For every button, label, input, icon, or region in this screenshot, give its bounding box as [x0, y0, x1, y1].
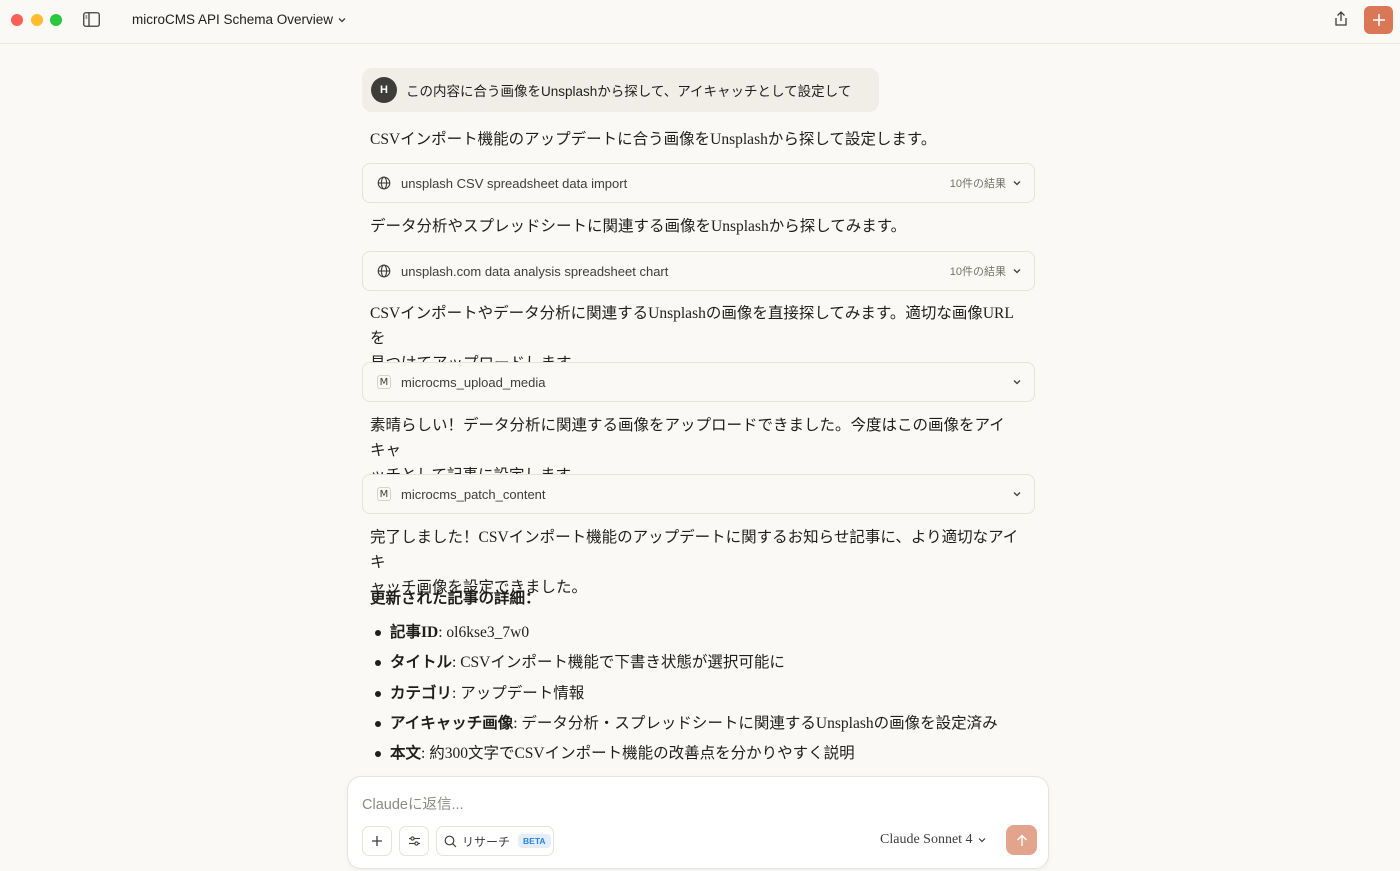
tools-button[interactable] [399, 826, 429, 856]
title-bar: microCMS API Schema Overview [0, 0, 1400, 44]
bullet-icon [375, 660, 381, 667]
search-icon [444, 835, 457, 847]
chevron-down-icon [338, 17, 346, 22]
plus-icon [372, 836, 382, 846]
assistant-paragraph: CSVインポート機能のアップデートに合う画像をUnsplashから探して設定しま… [370, 131, 937, 148]
detail-value: : CSVインポート機能で下書き状態が選択可能に [452, 654, 785, 672]
bullet-icon [375, 751, 381, 758]
list-item: カテゴリ : アップデート情報 [370, 679, 1020, 709]
model-selector[interactable]: Claude Sonnet 4 [880, 832, 987, 848]
detail-value: : 約300文字でCSVインポート機能の改善点を分かりやすく説明 [421, 745, 855, 763]
tool-call-label: unsplash.com data analysis spreadsheet c… [401, 263, 669, 279]
detail-label: カテゴリ [390, 684, 453, 702]
bullet-icon [375, 721, 381, 728]
detail-label: アイキャッチ画像 [390, 714, 514, 732]
detail-value: : データ分析・スプレッドシートに関連するUnsplashの画像を設定済み [513, 714, 998, 732]
sidebar-toggle-icon[interactable] [83, 12, 100, 27]
message-composer: Claudeに返信... リサーチ BETA Claude Sonnet 4 [347, 776, 1049, 869]
details-heading: 更新された記事の詳細： [370, 590, 541, 607]
conversation-title-dropdown[interactable]: microCMS API Schema Overview [132, 12, 347, 27]
bullet-icon [375, 630, 381, 637]
list-item: 本文 : 約300文字でCSVインポート機能の改善点を分かりやすく説明 [370, 739, 1020, 769]
beta-badge: BETA [518, 834, 551, 848]
conversation-title: microCMS API Schema Overview [132, 12, 334, 27]
paragraph-line: 完了しました！CSVインポート機能のアップデートに関するお知らせ記事に、より適切… [370, 529, 1019, 571]
chevron-down-icon [1013, 380, 1021, 385]
bullet-icon [375, 690, 381, 697]
research-button[interactable]: リサーチ BETA [436, 826, 554, 856]
tool-call-microcms[interactable]: M microcms_patch_content [362, 474, 1035, 514]
globe-icon [377, 264, 391, 278]
list-item: タイトル : CSVインポート機能で下書き状態が選択可能に [370, 648, 1020, 678]
maximize-window-button[interactable] [50, 14, 62, 26]
reply-input[interactable]: Claudeに返信... [362, 793, 464, 814]
share-icon[interactable] [1332, 10, 1350, 28]
microcms-icon: M [377, 375, 391, 389]
tool-call-label: microcms_upload_media [401, 374, 546, 390]
chevron-down-icon [1013, 492, 1021, 497]
tool-result-count: 10件の結果 [949, 178, 1006, 190]
model-name: Claude Sonnet 4 [880, 832, 973, 847]
list-item: 記事ID : ol6kse3_7w0 [370, 618, 1020, 648]
paragraph-line: CSVインポートやデータ分析に関連するUnsplashの画像を直接探してみます。… [370, 305, 1014, 347]
close-window-button[interactable] [11, 14, 23, 26]
list-item: アイキャッチ画像 : データ分析・スプレッドシートに関連するUnsplashの画… [370, 709, 1020, 739]
detail-value: : ol6kse3_7w0 [438, 624, 530, 641]
user-message: H この内容に合う画像をUnsplashから探して、アイキャッチとして設定して [362, 68, 879, 112]
send-button[interactable] [1006, 825, 1037, 855]
user-message-text: この内容に合う画像をUnsplashから探して、アイキャッチとして設定して [406, 84, 852, 99]
detail-value: : アップデート情報 [452, 684, 585, 702]
tool-call-label: microcms_patch_content [401, 486, 546, 502]
arrow-up-icon [1016, 834, 1027, 846]
tool-icon-wrapper: M [377, 487, 391, 501]
tool-call-web-search[interactable]: unsplash.com data analysis spreadsheet c… [362, 251, 1035, 291]
chevron-down-icon [1013, 269, 1021, 274]
minimize-window-button[interactable] [31, 14, 43, 26]
new-chat-button[interactable] [1364, 6, 1393, 34]
globe-icon [377, 176, 391, 190]
chevron-down-icon [978, 838, 985, 843]
avatar: H [371, 77, 397, 103]
tool-icon-wrapper: M [377, 375, 391, 389]
sliders-icon [408, 836, 420, 846]
detail-label: 本文 [390, 745, 422, 763]
tool-call-label: unsplash CSV spreadsheet data import [401, 175, 628, 191]
tool-call-web-search[interactable]: unsplash CSV spreadsheet data import 10件… [362, 163, 1035, 203]
attach-button[interactable] [362, 826, 392, 856]
details-list: 記事ID : ol6kse3_7w0 タイトル : CSVインポート機能で下書き… [370, 618, 1020, 769]
detail-label: 記事ID [390, 624, 439, 641]
assistant-paragraph: データ分析やスプレッドシートに関連する画像をUnsplashから探してみます。 [370, 218, 907, 235]
tool-result-count: 10件の結果 [949, 266, 1006, 278]
paragraph-line: 素晴らしい！データ分析に関連する画像をアップロードできました。今度はこの画像をア… [370, 417, 1005, 459]
microcms-icon: M [377, 487, 391, 501]
plus-icon [1372, 14, 1385, 26]
research-label: リサーチ [462, 834, 511, 849]
tool-call-microcms[interactable]: M microcms_upload_media [362, 362, 1035, 402]
chevron-down-icon [1013, 181, 1021, 186]
detail-label: タイトル [390, 654, 453, 672]
